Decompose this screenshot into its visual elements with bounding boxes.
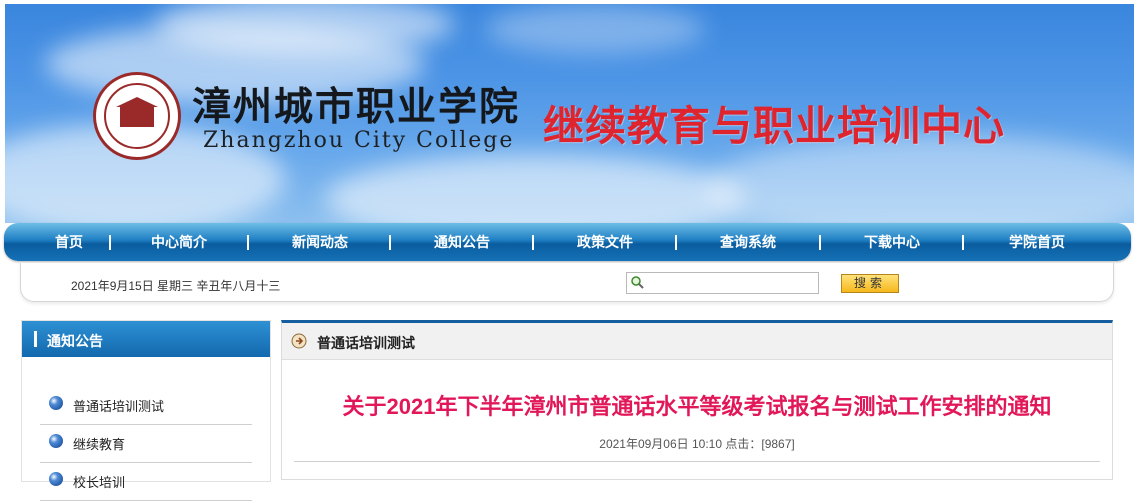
cloud xyxy=(325,154,745,223)
sidebar-header-bar xyxy=(34,331,37,347)
nav-separator xyxy=(819,235,821,250)
sidebar-title: 通知公告 xyxy=(47,333,103,349)
article-meta: 2021年09月06日 10:10 点击：[9867] xyxy=(599,437,795,451)
section-header: 普通话培训测试 xyxy=(282,323,1112,360)
nav-item-notices[interactable]: 通知公告 xyxy=(417,223,507,261)
sidebar-item-principal-training[interactable]: 校长培训 xyxy=(40,463,252,501)
nav-item-downloads[interactable]: 下载中心 xyxy=(847,223,937,261)
cloud xyxy=(485,4,705,54)
nav-separator xyxy=(389,235,391,250)
center-title: 继续教育与职业培训中心 xyxy=(543,103,1005,149)
nav-item-home[interactable]: 首页 xyxy=(24,223,114,261)
search-icon xyxy=(631,276,644,289)
sidebar: 通知公告 普通话培训测试 继续教育 校长培训 xyxy=(21,320,271,501)
logo-building xyxy=(120,105,154,127)
blue-bullet-icon xyxy=(49,434,63,448)
nav-item-news[interactable]: 新闻动态 xyxy=(275,223,365,261)
date-display: 2021年9月15日 星期三 辛丑年八月十三 xyxy=(71,279,281,293)
college-name-cn: 漳州城市职业学院 xyxy=(192,84,521,130)
nav-item-about[interactable]: 中心简介 xyxy=(134,223,224,261)
main-nav: 首页 中心简介 新闻动态 通知公告 政策文件 查询系统 下载中心 学院首页 xyxy=(4,223,1131,261)
blue-bullet-icon xyxy=(49,472,63,486)
document-icon xyxy=(291,333,307,349)
main-panel: 普通话培训测试 关于2021年下半年漳州市普通话水平等级考试报名与测试工作安排的… xyxy=(281,320,1113,480)
article-title: 关于2021年下半年漳州市普通话水平等级考试报名与测试工作安排的通知 xyxy=(342,394,1052,419)
sidebar-item-mandarin-test[interactable]: 普通话培训测试 xyxy=(40,387,252,425)
nav-separator xyxy=(247,235,249,250)
nav-separator xyxy=(532,235,534,250)
sidebar-item-continuing-education[interactable]: 继续教育 xyxy=(40,425,252,463)
header-banner: 漳州城市职业学院 Zhangzhou City College 继续教育与职业培… xyxy=(5,4,1134,223)
sidebar-item-label: 继续教育 xyxy=(73,437,126,452)
section-title: 普通话培训测试 xyxy=(317,335,415,351)
college-name-en: Zhangzhou City College xyxy=(203,128,515,153)
nav-separator xyxy=(962,235,964,250)
sidebar-header: 通知公告 xyxy=(22,321,270,357)
nav-separator xyxy=(109,235,111,250)
blue-bullet-icon xyxy=(49,396,63,410)
college-logo xyxy=(93,72,181,160)
nav-item-policies[interactable]: 政策文件 xyxy=(560,223,650,261)
sidebar-item-label: 校长培训 xyxy=(73,475,126,490)
search-button[interactable]: 搜索 xyxy=(841,274,899,293)
nav-item-college-home[interactable]: 学院首页 xyxy=(992,223,1082,261)
divider xyxy=(294,461,1100,462)
nav-item-query[interactable]: 查询系统 xyxy=(703,223,793,261)
nav-separator xyxy=(675,235,677,250)
info-bar: 2021年9月15日 星期三 辛丑年八月十三 搜索 xyxy=(20,263,1114,302)
search-input[interactable] xyxy=(626,272,819,294)
sidebar-item-label: 普通话培训测试 xyxy=(73,399,165,414)
